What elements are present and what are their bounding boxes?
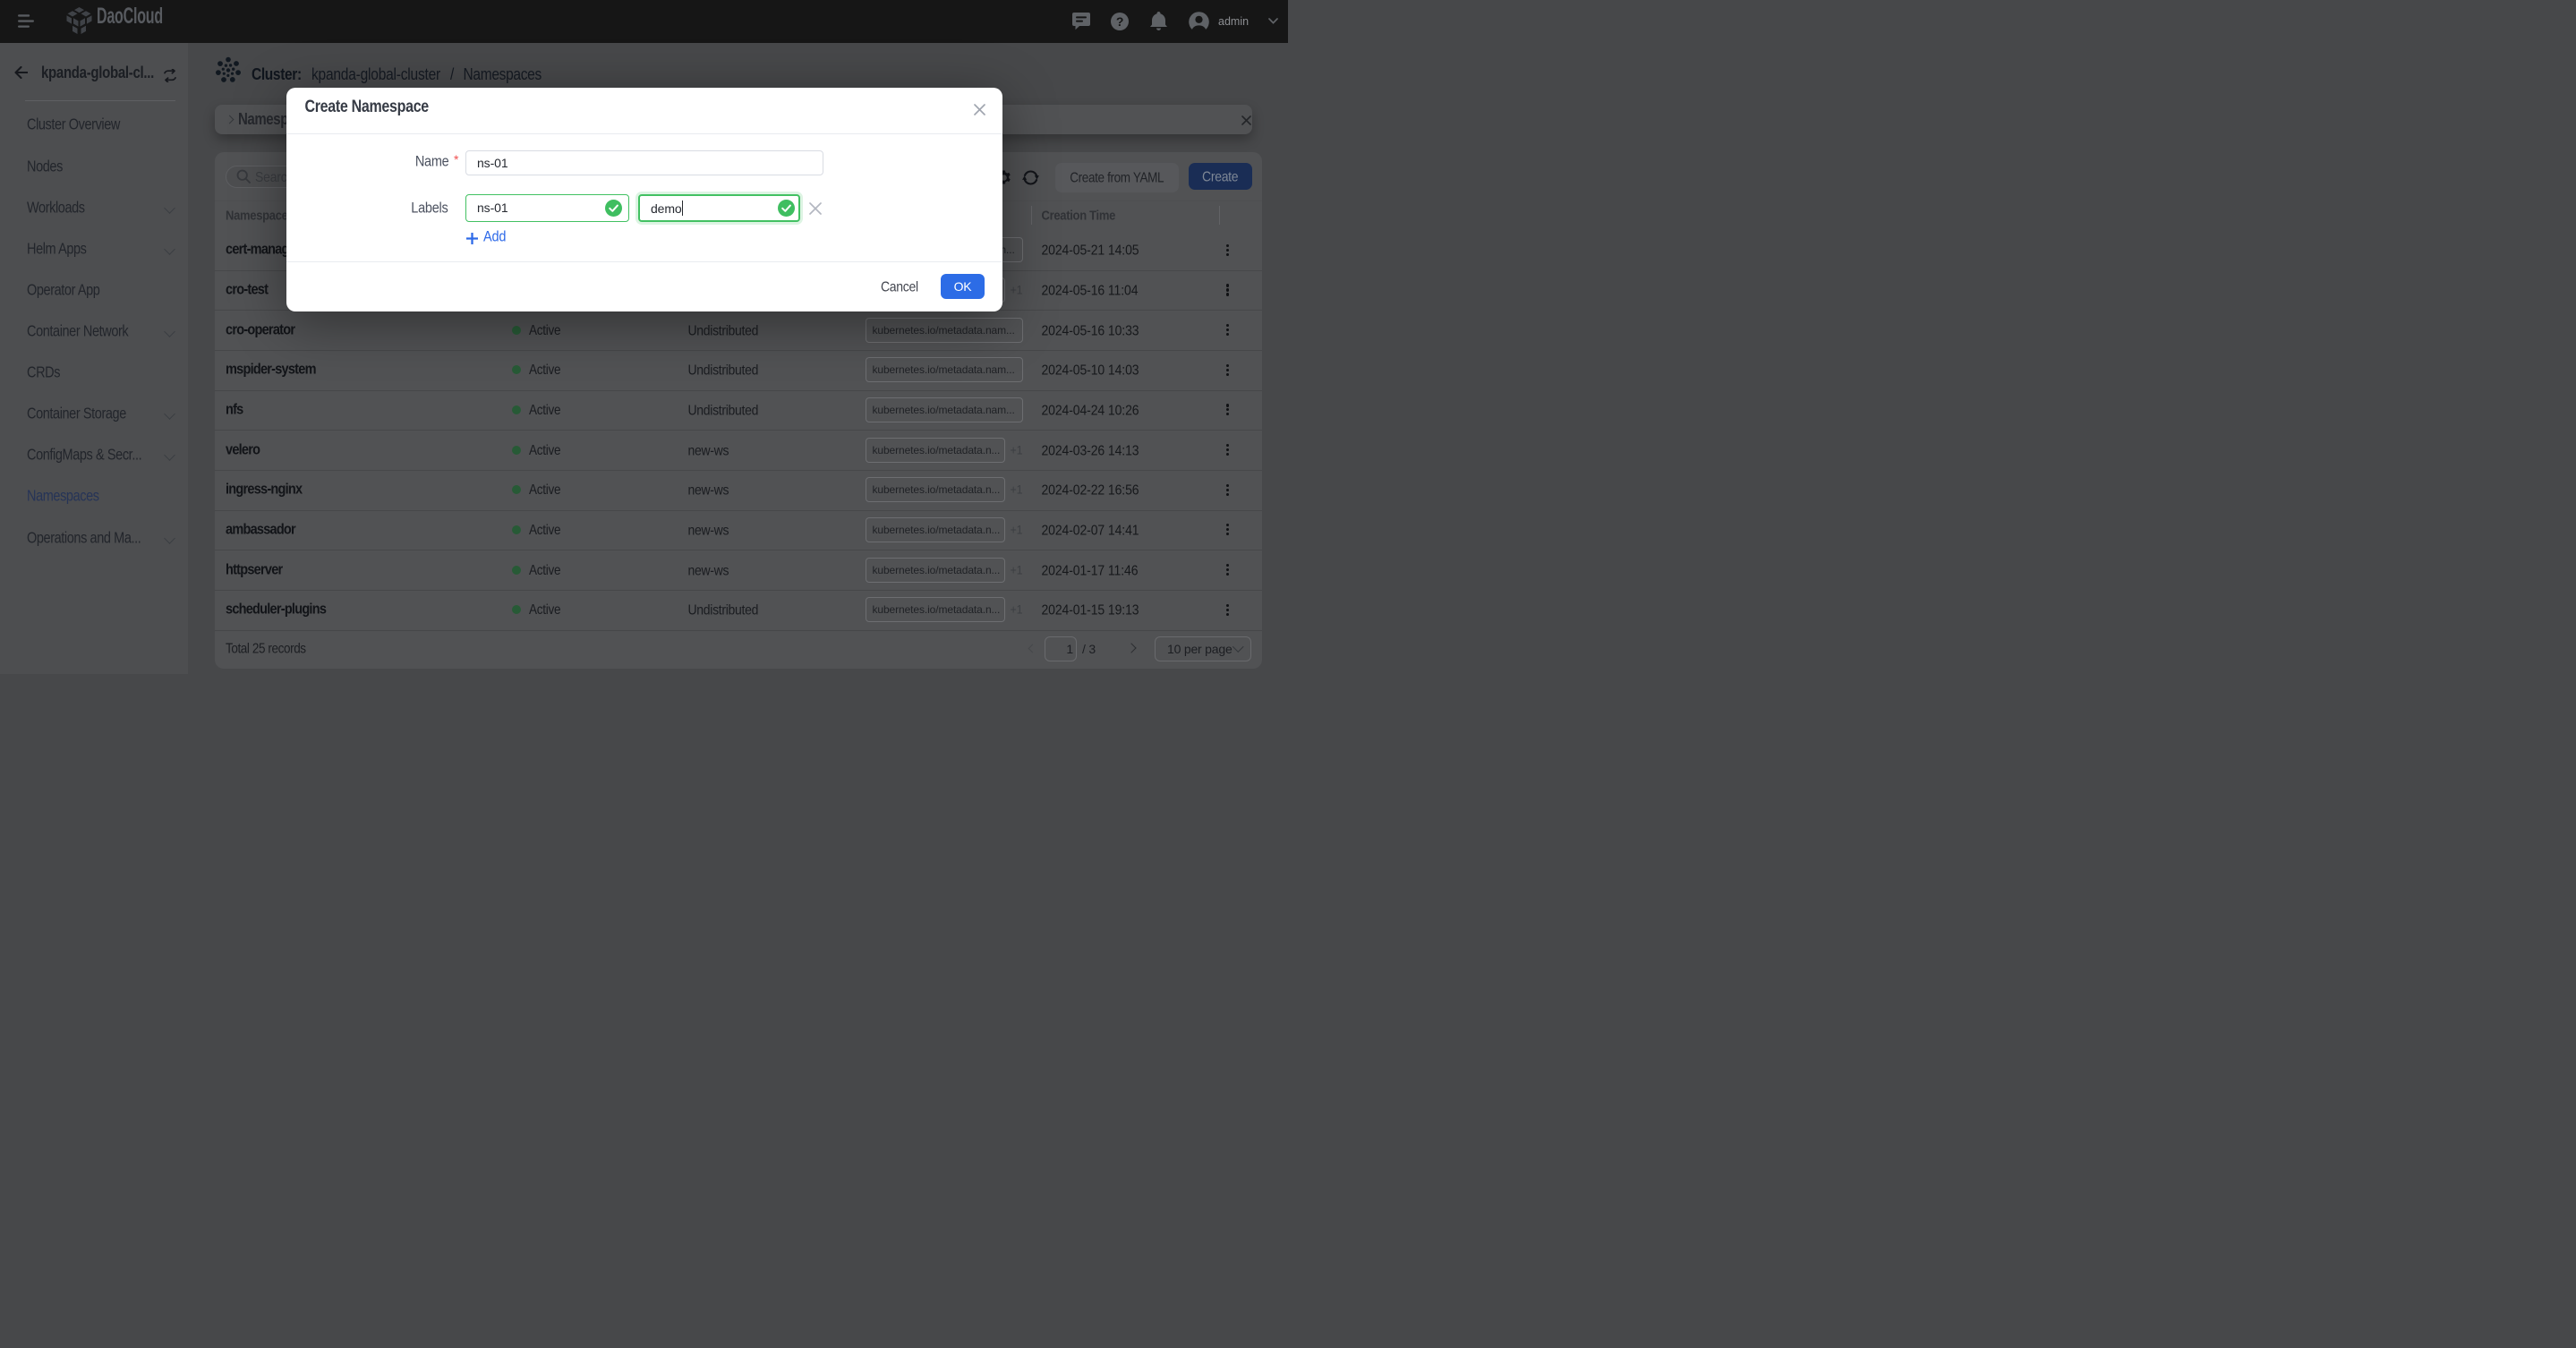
svg-text:?: ? bbox=[1116, 14, 1123, 29]
